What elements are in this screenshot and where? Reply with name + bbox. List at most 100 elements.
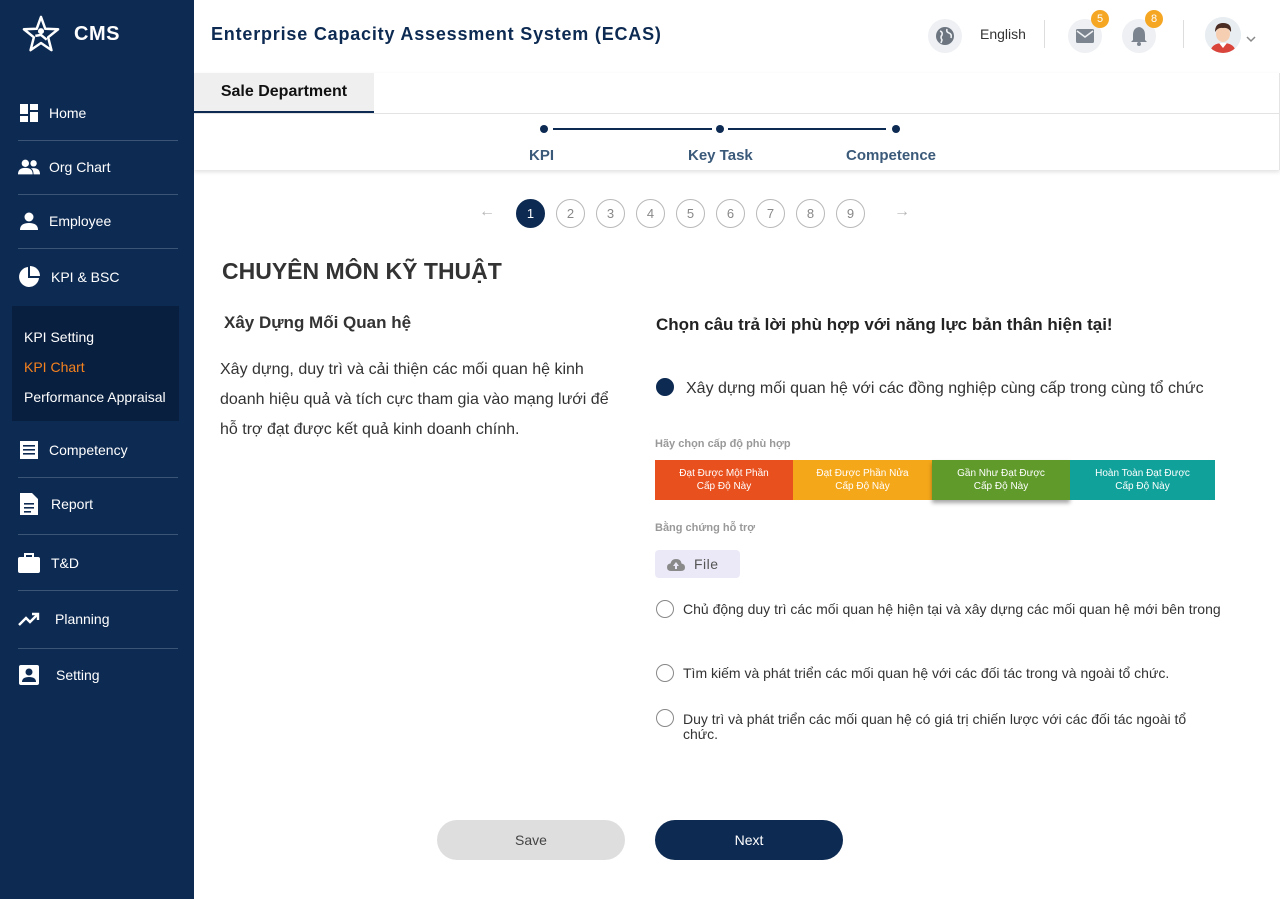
level-line: Đạt Được Phần Nửa [816, 468, 909, 479]
divider [18, 248, 178, 249]
divider [1183, 20, 1184, 48]
divider [18, 477, 178, 478]
chevron-down-icon[interactable] [1246, 30, 1256, 48]
level-selector: Đạt Được Một Phần Cấp Độ Này Đạt Được Phầ… [655, 460, 1215, 500]
level-line: Đạt Được Một Phần [679, 468, 769, 479]
divider [18, 590, 178, 591]
notification-button[interactable]: 8 [1122, 10, 1163, 53]
list-icon [18, 439, 40, 461]
globe-icon[interactable] [928, 19, 962, 53]
page-8[interactable]: 8 [796, 199, 825, 228]
level-line: Hoàn Toàn Đạt Được [1095, 468, 1190, 479]
sidebar-item-t-d[interactable]: T&D [18, 552, 178, 574]
sidebar-item-label: Org Chart [49, 159, 111, 175]
divider [18, 140, 178, 141]
option-radio-4[interactable] [656, 709, 674, 727]
level-line: Cấp Độ Này [696, 481, 752, 492]
divider [18, 534, 178, 535]
page-4[interactable]: 4 [636, 199, 665, 228]
page-9[interactable]: 9 [836, 199, 865, 228]
divider [18, 648, 178, 649]
kpi-submenu: KPI Setting KPI Chart Performance Apprai… [12, 306, 179, 421]
tab-sale-department[interactable]: Sale Department [194, 73, 374, 113]
sidebar-item-kpi-bsc[interactable]: KPI & BSC [18, 266, 178, 288]
level-option-3[interactable]: Gần Như Đạt Được Cấp Độ Này [932, 460, 1070, 500]
page-6[interactable]: 6 [716, 199, 745, 228]
brand-logo[interactable]: CMS [22, 15, 120, 53]
step-key-task[interactable]: Key Task [688, 147, 753, 164]
level-option-1[interactable]: Đạt Được Một Phần Cấp Độ Này [655, 460, 793, 500]
level-line: Cấp Độ Này [835, 481, 890, 492]
submenu-item-performance-appraisal[interactable]: Performance Appraisal [24, 389, 166, 405]
competency-description: Xây dựng, duy trì và cải thiện các mối q… [220, 361, 609, 438]
notification-badge: 8 [1145, 10, 1163, 28]
department-card: Sale Department KPI Key Task Competence [194, 73, 1280, 170]
mail-button[interactable]: 5 [1068, 10, 1109, 53]
briefcase-icon [18, 552, 40, 574]
sidebar-item-label: Planning [55, 611, 110, 627]
submenu-item-kpi-setting[interactable]: KPI Setting [24, 329, 94, 345]
sidebar-item-planning[interactable]: Planning [18, 608, 178, 630]
divider [194, 113, 1280, 114]
page-1[interactable]: 1 [516, 199, 545, 228]
option-label-1[interactable]: Xây dựng mối quan hệ với các đồng nghiệp… [686, 380, 1204, 398]
competency-name: Xây Dựng Mối Quan hệ [224, 313, 412, 332]
mail-badge: 5 [1091, 10, 1109, 28]
brand-name: CMS [74, 22, 120, 45]
page-5[interactable]: 5 [676, 199, 705, 228]
dashboard-icon [18, 102, 40, 124]
sidebar-item-label: Report [51, 496, 94, 512]
trending-up-icon [18, 608, 40, 630]
sidebar-item-org-chart[interactable]: Org Chart [18, 156, 178, 178]
mail-icon [1076, 29, 1094, 43]
option-label-3[interactable]: Tìm kiếm và phát triển các mối quan hệ v… [683, 666, 1169, 681]
bell-icon [1131, 27, 1147, 46]
sidebar-item-competency[interactable]: Competency [18, 439, 178, 461]
star-logo-icon [22, 15, 60, 52]
sidebar-item-label: Competency [49, 442, 128, 458]
divider [18, 194, 178, 195]
option-radio-2[interactable] [656, 600, 674, 618]
divider [1044, 20, 1045, 48]
question-prompt: Chọn câu trả lời phù hợp với năng lực bả… [656, 315, 1113, 334]
step-connector [553, 128, 712, 130]
level-option-2[interactable]: Đạt Được Phần Nửa Cấp Độ Này [793, 460, 932, 500]
level-prompt: Hãy chọn cấp độ phù hợp [655, 438, 791, 450]
page-7[interactable]: 7 [756, 199, 785, 228]
page-3[interactable]: 3 [596, 199, 625, 228]
sidebar-item-report[interactable]: Report [18, 493, 178, 515]
option-label-2[interactable]: Chủ động duy trì các mối quan hệ hiện tạ… [683, 602, 1221, 617]
account-box-icon [18, 664, 40, 686]
step-dot-competence [892, 125, 900, 133]
top-header: Enterprise Capacity Assessment System (E… [194, 0, 1280, 72]
sidebar-item-label: KPI & BSC [51, 269, 120, 285]
sidebar-item-home[interactable]: Home [18, 102, 178, 124]
file-upload-button[interactable]: File [655, 550, 740, 578]
step-competence[interactable]: Competence [846, 147, 936, 164]
people-icon [18, 156, 40, 178]
language-selector[interactable]: English [980, 26, 1026, 42]
page-2[interactable]: 2 [556, 199, 585, 228]
submenu-item-kpi-chart[interactable]: KPI Chart [24, 359, 85, 375]
evidence-label: Bằng chứng hỗ trợ [655, 522, 756, 534]
app-title: Enterprise Capacity Assessment System (E… [211, 24, 662, 44]
sidebar-item-label: T&D [51, 555, 79, 571]
next-button[interactable]: Next [655, 820, 843, 860]
sidebar-item-label: Employee [49, 213, 112, 229]
option-radio-3[interactable] [656, 664, 674, 682]
step-dot-kpi [540, 125, 548, 133]
sidebar: CMS Home Org Chart Employee KPI & BSC KP… [0, 0, 194, 899]
save-button[interactable]: Save [437, 820, 625, 860]
level-line: Gần Như Đạt Được [957, 468, 1045, 479]
option-label-4[interactable]: Duy trì và phát triển các mối quan hệ có… [683, 712, 1213, 742]
sidebar-item-setting[interactable]: Setting [18, 664, 178, 686]
level-option-4[interactable]: Hoàn Toàn Đạt Được Cấp Độ Này [1070, 460, 1215, 500]
section-title: CHUYÊN MÔN KỸ THUẬT [222, 258, 502, 284]
sidebar-item-employee[interactable]: Employee [18, 210, 178, 232]
arrow-right-icon[interactable]: → [894, 203, 910, 221]
avatar[interactable] [1205, 17, 1241, 53]
step-connector [728, 128, 886, 130]
option-radio-1[interactable] [656, 378, 674, 396]
step-kpi[interactable]: KPI [529, 147, 554, 164]
arrow-left-icon[interactable]: ← [479, 203, 495, 221]
